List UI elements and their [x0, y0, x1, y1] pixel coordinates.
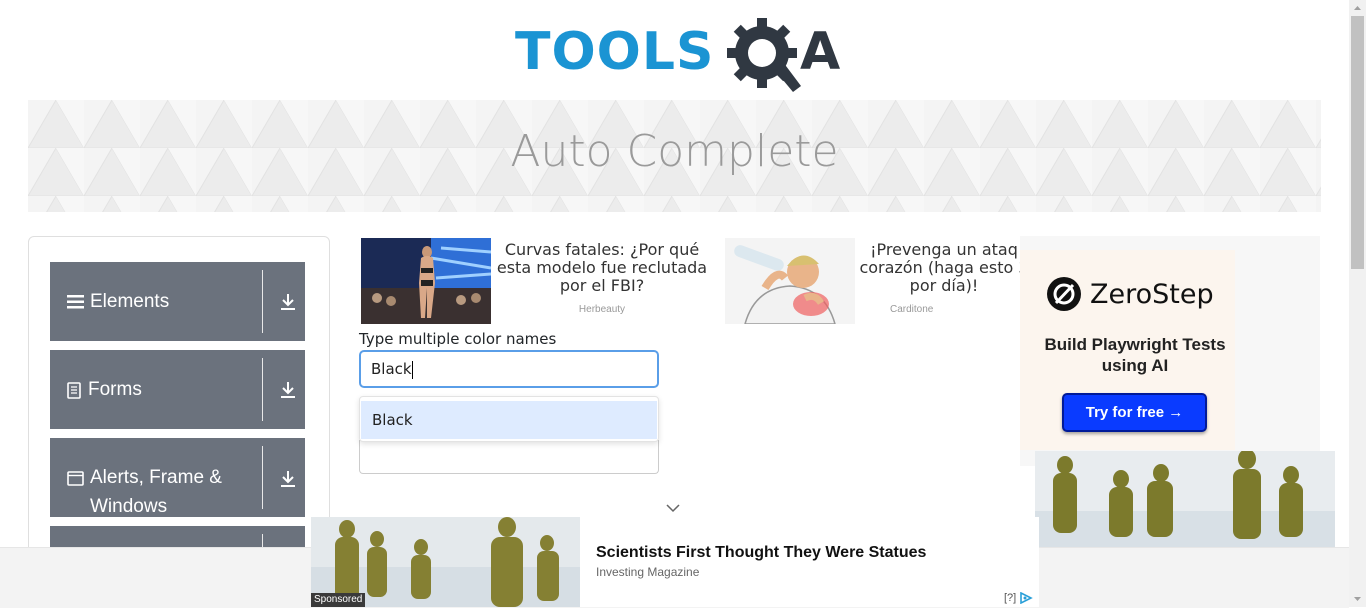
sidebar-group-forms[interactable]: Forms [50, 350, 305, 429]
try-for-free-button[interactable]: Try for free → [1062, 393, 1207, 432]
sidebar-group-label-line2: Windows [90, 496, 168, 517]
sidebar-group-label: Elements [90, 291, 170, 312]
sidebar: Elements Forms Alerts, Frame & Windows [28, 236, 330, 578]
ad-image-frozen-figures[interactable] [1035, 451, 1335, 547]
scroll-up-arrow-icon[interactable] [1349, 0, 1366, 16]
scroll-down-arrow-icon[interactable] [1349, 591, 1366, 607]
bottom-ad-headline[interactable]: Scientists First Thought They Were Statu… [596, 544, 926, 562]
zerostep-logo-icon [1047, 277, 1081, 311]
bottom-ad-source: Investing Magazine [596, 565, 700, 579]
ad-source: Carditone [890, 304, 934, 315]
page-banner: Auto Complete [28, 100, 1321, 212]
ad-headline-line3: por día)! [909, 276, 979, 295]
toolsqa-logo[interactable]: TOOLS A [515, 14, 841, 92]
native-ad-2[interactable]: ¡Prevenga un ataq corazón (haga esto 3 p… [725, 238, 1020, 324]
scrollbar-thumb[interactable] [1351, 16, 1364, 269]
ad-source: Herbeauty [578, 304, 626, 315]
window-icon [67, 471, 84, 486]
sidebar-group-alerts-frame-windows[interactable]: Alerts, Frame & Windows [50, 438, 305, 517]
download-icon[interactable] [278, 292, 298, 312]
adchoices-icon[interactable] [1019, 592, 1034, 604]
autocomplete-option[interactable]: Black [361, 401, 657, 439]
sidebar-group-label-line1: Alerts, Frame & [90, 467, 222, 488]
autocomplete-menu: Black [359, 396, 659, 442]
multiple-color-input[interactable]: Black [359, 350, 659, 388]
native-ad-1[interactable]: Curvas fatales: ¿Por qué esta modelo fue… [361, 238, 711, 324]
ad-headline[interactable]: Curvas fatales: ¿Por qué esta modelo fue… [495, 241, 709, 295]
hamburger-icon [67, 295, 84, 309]
document-icon [67, 382, 81, 399]
ad-image-heart [725, 238, 855, 324]
divider [262, 358, 263, 421]
page-title: Auto Complete [510, 126, 839, 177]
sidebar-group-elements[interactable]: Elements [50, 262, 305, 341]
zerostep-brand: ZeroStep [1090, 279, 1214, 310]
divider [262, 446, 263, 509]
ad-image-runway [361, 238, 491, 324]
logo-a-text: A [800, 22, 841, 82]
single-color-input[interactable] [359, 440, 659, 474]
sponsored-label: Sponsored [311, 593, 366, 607]
download-icon[interactable] [278, 469, 298, 489]
text-caret [411, 360, 413, 379]
ad-headline-line2: corazón (haga esto 3 [859, 258, 1020, 277]
multiple-color-label: Type multiple color names [359, 330, 557, 348]
ad-info-link[interactable]: [?] [1004, 592, 1016, 604]
sidebar-group-label: Forms [88, 379, 142, 400]
gear-magnifier-icon [727, 18, 801, 92]
input-value: Black [371, 360, 412, 378]
ad-choices[interactable]: [?] [1004, 592, 1034, 604]
chevron-down-icon[interactable] [666, 503, 680, 513]
download-icon[interactable] [278, 380, 298, 400]
ad-headline-line1: ¡Prevenga un ataq [870, 241, 1018, 259]
logo-tools-text: TOOLS [515, 22, 715, 82]
divider [262, 270, 263, 333]
zerostep-tagline: Build Playwright Tests using AI [1044, 335, 1226, 375]
